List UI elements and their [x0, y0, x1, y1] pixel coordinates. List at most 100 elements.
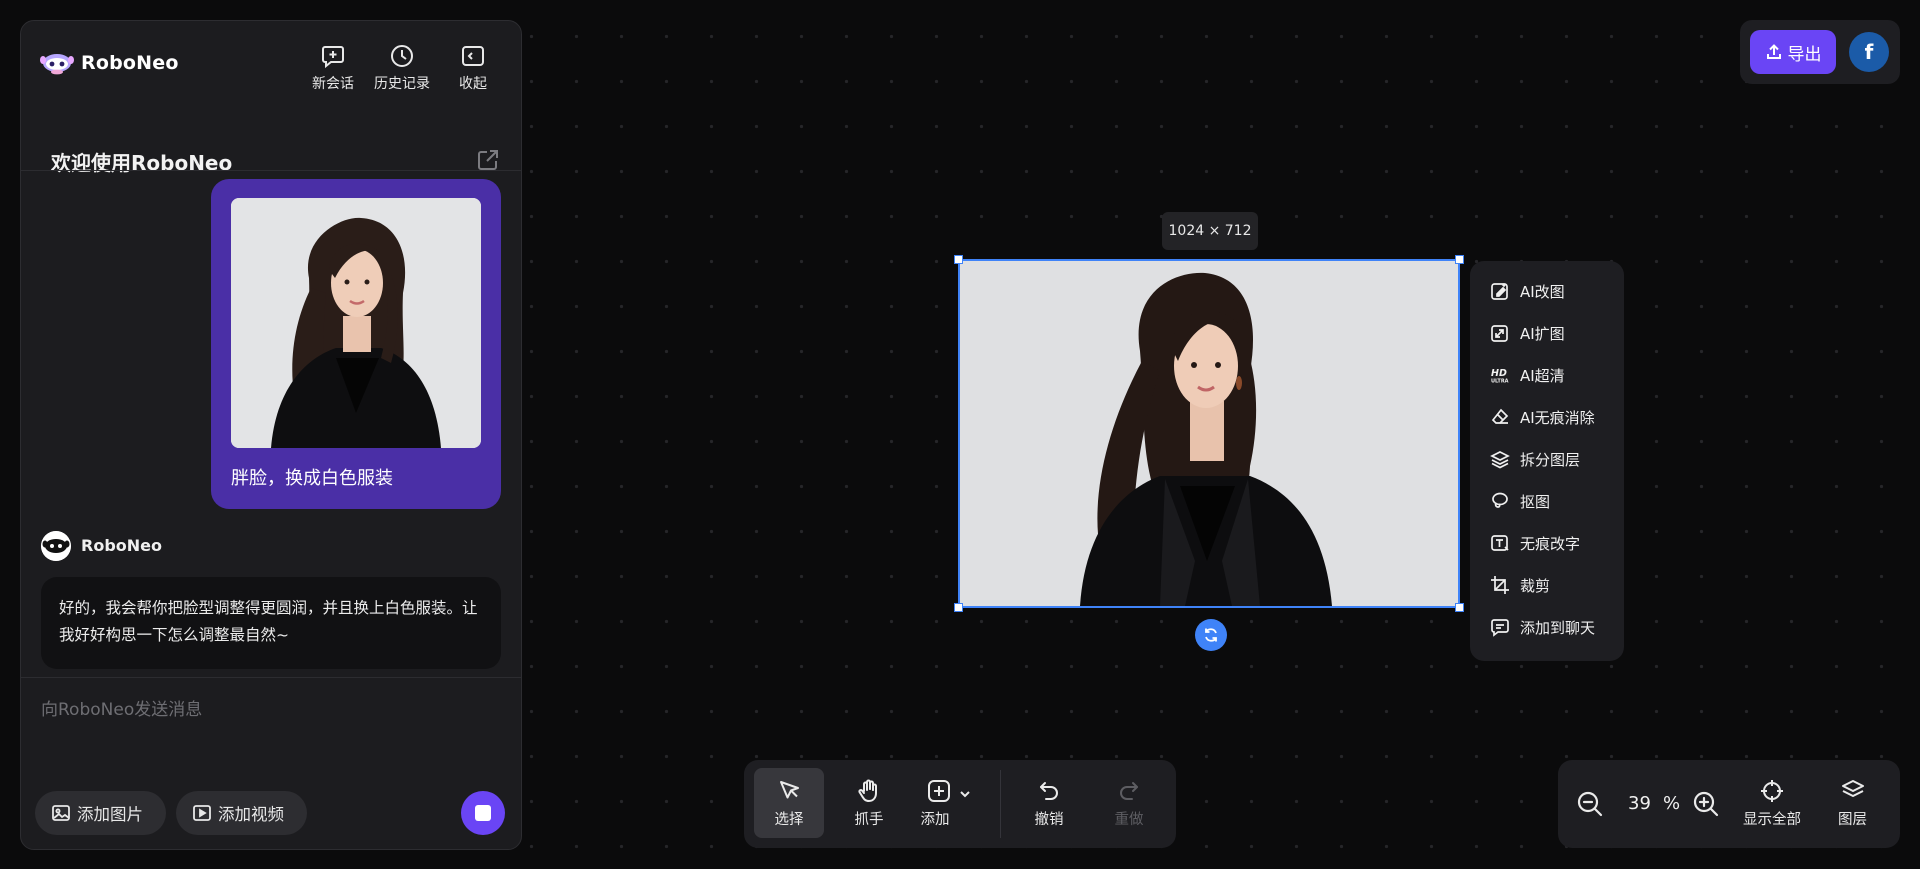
menu-item-label: 抠图: [1520, 492, 1551, 511]
canvas-image[interactable]: [958, 259, 1460, 608]
add-tool[interactable]: 添加: [904, 768, 994, 838]
redo-label: 重做: [1114, 811, 1144, 828]
hand-icon: [858, 779, 877, 802]
select-tool[interactable]: 选择: [754, 768, 824, 838]
user-avatar[interactable]: f: [1849, 32, 1889, 72]
resize-handle-top-left[interactable]: [954, 255, 963, 264]
user-uploaded-image[interactable]: [231, 198, 481, 448]
new-chat-button[interactable]: 新会话: [312, 43, 354, 93]
history-button[interactable]: 历史记录: [374, 43, 430, 93]
zoom-panel: 39 % 显示全部 图层: [1558, 760, 1900, 848]
new-chat-label: 新会话: [312, 76, 354, 92]
layers-button[interactable]: 图层: [1838, 778, 1867, 829]
hand-tool[interactable]: 抓手: [834, 768, 904, 838]
menu-item-add-to-chat[interactable]: 添加到聊天: [1470, 609, 1624, 645]
menu-item-ai-edit[interactable]: AI改图: [1470, 273, 1624, 309]
menu-item-label: 添加到聊天: [1520, 618, 1596, 637]
menu-item-label: 无痕改字: [1520, 534, 1581, 553]
menu-item-ai-upscale[interactable]: HD ULTRA AI超清: [1470, 357, 1624, 393]
undo-label: 撤销: [1034, 811, 1064, 828]
bot-message-text: 好的，我会帮你把脸型调整得更圆润，并且换上白色服装。让我好好构思一下怎么调整最自…: [59, 599, 478, 644]
video-icon: [193, 805, 211, 821]
menu-item-ai-expand[interactable]: AI扩图: [1470, 315, 1624, 351]
collapse-button[interactable]: 收起: [459, 43, 487, 93]
toolbar-divider: [1000, 770, 1001, 838]
zoom-out-button[interactable]: [1576, 790, 1604, 822]
top-right-actions: 导出 f: [1740, 20, 1900, 84]
add-video-label: 添加视频: [218, 805, 284, 824]
cursor-icon: [780, 780, 799, 798]
share-icon[interactable]: [476, 148, 500, 172]
fit-all-button[interactable]: 显示全部: [1743, 778, 1801, 829]
menu-item-label: AI无痕消除: [1520, 408, 1595, 427]
resize-handle-bottom-left[interactable]: [954, 603, 963, 612]
select-label: 选择: [774, 811, 804, 828]
collapse-panel-icon: [462, 46, 484, 66]
chat-bubble-icon: [1491, 619, 1509, 637]
export-button[interactable]: 导出: [1750, 30, 1836, 74]
add-image-button[interactable]: 添加图片: [35, 791, 166, 835]
menu-item-cutout[interactable]: 抠图: [1470, 483, 1624, 519]
lasso-icon: [1492, 492, 1508, 508]
menu-item-label: AI改图: [1520, 282, 1565, 301]
portrait-thumbnail: [231, 198, 481, 448]
ai-expand-icon: [1491, 325, 1508, 342]
user-message-bubble: 胖脸，换成白色服装: [211, 179, 501, 509]
image-dimensions-tag: 1024 × 712: [1162, 212, 1258, 250]
rotate-button[interactable]: [1195, 619, 1227, 651]
collapse-label: 收起: [459, 76, 487, 92]
chat-message-input[interactable]: [39, 693, 503, 777]
bot-name: RoboNeo: [81, 536, 162, 555]
roboneo-logo-icon: [40, 54, 74, 75]
app-logo: RoboNeo: [39, 51, 179, 75]
svg-text:ULTRA: ULTRA: [1491, 379, 1509, 385]
menu-item-split-layers[interactable]: 拆分图层: [1470, 441, 1624, 477]
roboneo-avatar-icon: [41, 531, 71, 561]
zoom-out-icon: [1577, 791, 1603, 817]
add-video-button[interactable]: 添加视频: [176, 791, 307, 835]
user-message-text: 胖脸，换成白色服装: [231, 468, 393, 489]
eraser-icon: [1491, 408, 1509, 424]
resize-handle-top-right[interactable]: [1455, 255, 1464, 264]
welcome-title: 欢迎使用RoboNeo: [51, 151, 233, 175]
svg-text:HD: HD: [1491, 368, 1507, 379]
bot-avatar: [41, 531, 71, 561]
bot-message-bubble: 好的，我会帮你把脸型调整得更圆润，并且换上白色服装。让我好好构思一下怎么调整最自…: [41, 577, 501, 669]
layers-label: 图层: [1838, 812, 1867, 828]
zoom-in-button[interactable]: [1692, 790, 1720, 822]
menu-item-crop[interactable]: 裁剪: [1470, 567, 1624, 603]
add-image-label: 添加图片: [77, 805, 143, 824]
crop-icon: [1491, 576, 1509, 594]
export-label: 导出: [1787, 44, 1822, 65]
layers-icon: [1490, 451, 1510, 469]
chevron-down-icon: [960, 790, 970, 797]
fit-all-label: 显示全部: [1743, 812, 1801, 828]
menu-item-label: 拆分图层: [1520, 450, 1581, 469]
undo-button[interactable]: 撤销: [1014, 768, 1084, 838]
zoom-unit: %: [1663, 793, 1681, 814]
redo-icon: [1120, 781, 1138, 800]
add-square-icon: [928, 779, 950, 802]
image-icon: [52, 805, 70, 821]
upload-icon: [1766, 44, 1781, 59]
add-label: 添加: [920, 811, 950, 828]
chat-panel: RoboNeo 新会话 历史记录 收起 欢迎使用RoboNeo 胖脸，换成白色服…: [20, 20, 522, 850]
menu-item-ai-erase[interactable]: AI无痕消除: [1470, 399, 1624, 435]
clock-icon: [391, 45, 413, 67]
canvas-toolbar: 选择 抓手 添加 撤销 重做: [744, 760, 1176, 848]
menu-item-label: AI扩图: [1520, 324, 1565, 343]
portrait-canvas-image: [960, 261, 1458, 606]
rotate-icon: [1205, 628, 1217, 642]
resize-handle-bottom-right[interactable]: [1455, 603, 1464, 612]
crosshair-icon: [1761, 780, 1783, 802]
hand-label: 抓手: [854, 811, 884, 828]
redo-button[interactable]: 重做: [1094, 768, 1164, 838]
hd-ultra-icon: HD ULTRA: [1491, 368, 1509, 385]
stop-generation-button[interactable]: [461, 791, 505, 835]
menu-item-edit-text[interactable]: 无痕改字: [1470, 525, 1624, 561]
undo-icon: [1040, 781, 1058, 800]
new-chat-icon: [322, 46, 344, 69]
menu-item-label: 裁剪: [1520, 576, 1551, 595]
layers-stack-icon: [1841, 780, 1864, 797]
history-label: 历史记录: [374, 76, 430, 92]
